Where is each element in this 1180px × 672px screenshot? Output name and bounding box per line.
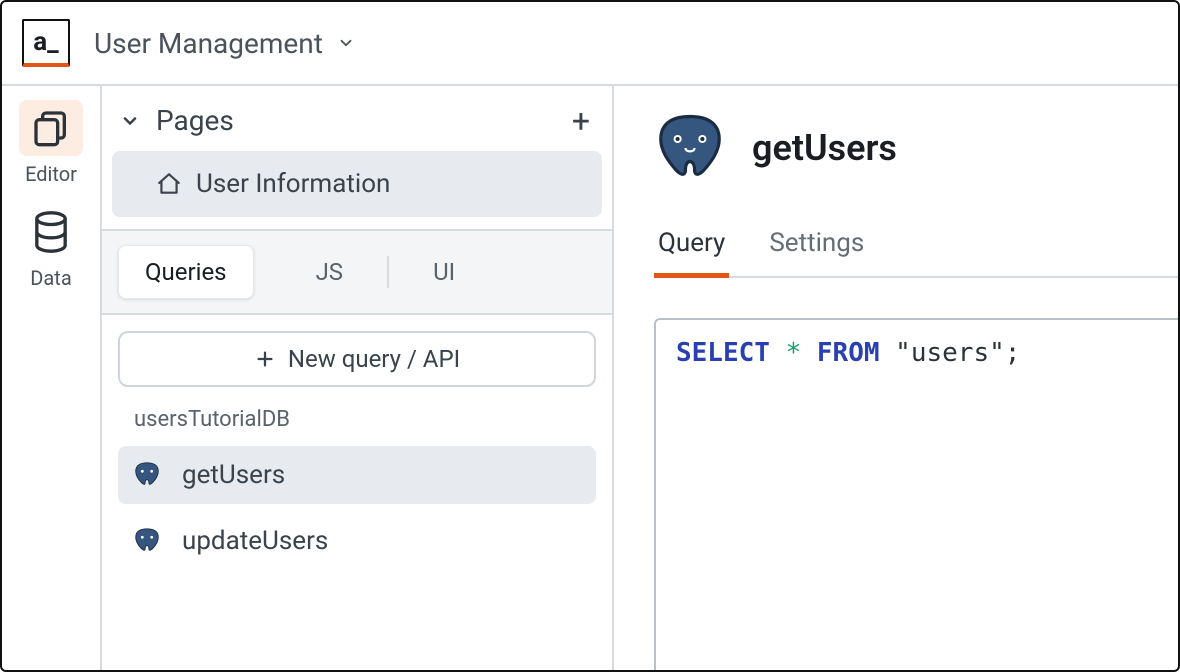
- body: Editor Data Pag: [2, 86, 1178, 670]
- plus-icon: [254, 348, 276, 370]
- main-panel: getUsers Query Settings SELECT * FROM "u…: [614, 86, 1178, 670]
- logo-text: a_: [33, 27, 58, 57]
- query-name: updateUsers: [182, 526, 328, 556]
- top-bar: a_ User Management: [2, 2, 1178, 86]
- app-logo[interactable]: a_: [22, 19, 70, 67]
- app-root: a_ User Management Editor: [0, 0, 1180, 672]
- rail-item-editor[interactable]: Editor: [11, 100, 91, 186]
- database-icon: [31, 210, 71, 254]
- left-rail: Editor Data: [2, 86, 102, 670]
- chevron-down-icon: [120, 111, 140, 131]
- tab-separator: [387, 256, 389, 288]
- main-tabs: Query Settings: [654, 228, 1178, 278]
- query-name: getUsers: [182, 460, 285, 490]
- data-icon-wrap: [19, 204, 83, 260]
- sql-keyword: FROM: [817, 338, 880, 368]
- postgres-icon: [132, 526, 162, 556]
- sql-rest: "users";: [895, 338, 1020, 368]
- sidebar-tabs: Queries JS UI: [102, 231, 612, 315]
- app-name: User Management: [94, 27, 323, 60]
- sql-operator: *: [786, 338, 802, 368]
- editor-icon-wrap: [19, 100, 83, 156]
- main-tab-query[interactable]: Query: [654, 228, 729, 276]
- page-name: User Information: [196, 169, 390, 199]
- query-row-getusers[interactable]: getUsers: [118, 446, 596, 504]
- sidebar: Pages + User Information Queries JS UI: [102, 86, 614, 670]
- editor-icon: [31, 108, 71, 148]
- home-icon: [156, 171, 182, 197]
- pages-header: Pages +: [102, 86, 612, 151]
- app-name-dropdown[interactable]: User Management: [94, 27, 355, 60]
- postgres-icon: [654, 112, 726, 184]
- main-header: getUsers: [654, 112, 1178, 184]
- add-page-button[interactable]: +: [572, 105, 590, 137]
- new-query-label: New query / API: [288, 345, 460, 373]
- query-row-updateusers[interactable]: updateUsers: [118, 512, 596, 570]
- sql-editor[interactable]: SELECT * FROM "users";: [654, 318, 1178, 670]
- sql-keyword: SELECT: [676, 338, 770, 368]
- postgres-icon: [132, 460, 162, 490]
- pages-title: Pages: [156, 104, 234, 137]
- query-title: getUsers: [752, 127, 897, 169]
- page-row-user-information[interactable]: User Information: [112, 151, 602, 217]
- rail-label-editor: Editor: [25, 162, 77, 186]
- main-tab-settings[interactable]: Settings: [765, 228, 868, 276]
- tab-ui[interactable]: UI: [407, 246, 481, 298]
- new-query-button[interactable]: New query / API: [118, 331, 596, 387]
- tab-js[interactable]: JS: [290, 246, 370, 298]
- tab-queries[interactable]: Queries: [118, 245, 254, 299]
- pages-toggle[interactable]: Pages: [120, 104, 234, 137]
- rail-item-data[interactable]: Data: [11, 204, 91, 290]
- rail-label-data: Data: [30, 266, 71, 290]
- chevron-down-icon: [337, 34, 355, 52]
- datasource-label: usersTutorialDB: [102, 397, 612, 442]
